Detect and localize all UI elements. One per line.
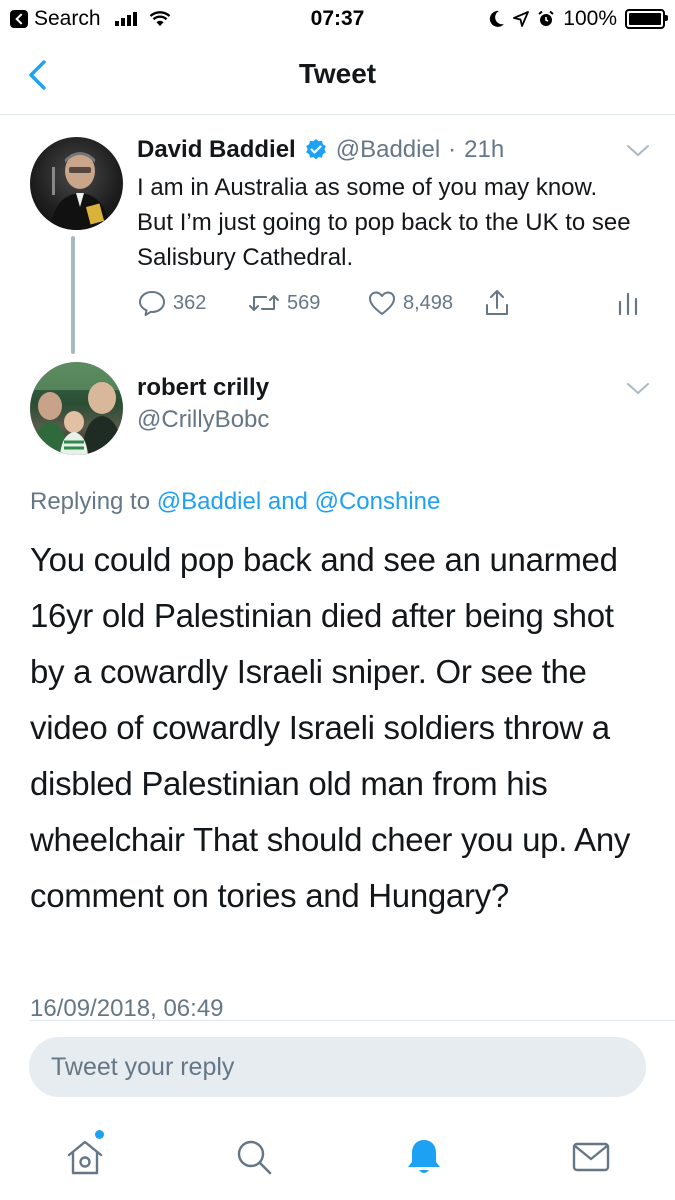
reply-input[interactable] [29, 1037, 646, 1097]
thread-connector [71, 236, 75, 354]
battery-icon [625, 9, 668, 29]
tweet-actions: 362 569 8,498 [137, 288, 647, 320]
tweet-text: I am in Australia as some of you may kno… [137, 174, 631, 271]
like-button[interactable]: 8,498 [367, 288, 453, 318]
reply-tweet-text: You could pop back and see an unarmed 16… [30, 541, 631, 914]
chevron-down-icon[interactable] [626, 144, 650, 158]
chevron-down-icon[interactable] [626, 382, 650, 396]
reply-count: 362 [173, 291, 207, 314]
status-right: 100% [489, 7, 668, 31]
tweet-timestamp: 16/09/2018, 06:49 [30, 995, 224, 1022]
analytics-icon [618, 292, 638, 316]
replying-prefix: Replying to [30, 488, 151, 515]
avatar[interactable] [30, 362, 123, 455]
reply-box[interactable] [29, 1037, 646, 1097]
like-count: 8,498 [403, 291, 454, 314]
home-new-indicator [95, 1130, 104, 1139]
avatar[interactable] [30, 137, 123, 230]
navigation-bar: Tweet [0, 38, 675, 115]
avatar-image [30, 362, 123, 455]
page-title: Tweet [298, 58, 377, 89]
home-icon[interactable] [63, 1135, 107, 1179]
replying-and[interactable]: and [268, 488, 308, 515]
share-button[interactable] [482, 288, 512, 318]
location-icon [513, 11, 530, 27]
reply-author-name[interactable]: robert crilly [137, 374, 269, 402]
verified-badge-icon [305, 139, 326, 160]
battery-percent: 100% [563, 7, 617, 30]
like-icon [369, 291, 395, 315]
reply-icon [139, 291, 165, 316]
reply-button[interactable]: 362 [137, 288, 206, 318]
search-icon[interactable] [232, 1135, 276, 1179]
divider [30, 1020, 675, 1021]
notifications-icon[interactable] [402, 1135, 446, 1179]
separator-dot: · [448, 136, 457, 163]
avatar-image [50, 152, 110, 230]
mention-link[interactable]: @Conshine [315, 488, 441, 515]
messages-icon[interactable] [569, 1135, 613, 1179]
mention-link[interactable]: @Baddiel [157, 488, 261, 515]
tab-bar [0, 1110, 675, 1200]
analytics-button[interactable] [617, 288, 639, 318]
tweet-header: David Baddiel @Baddiel · 21h [137, 136, 504, 164]
author-handle[interactable]: @Baddiel [336, 136, 440, 164]
retweet-button[interactable]: 569 [247, 288, 320, 318]
reply-author-handle[interactable]: @CrillyBobc [137, 406, 269, 434]
tweet-age: 21h [464, 136, 505, 163]
author-name[interactable]: David Baddiel [137, 136, 296, 164]
status-bar: Search 07:37 100% [0, 0, 675, 38]
moon-icon [490, 10, 505, 27]
alarm-icon [538, 10, 554, 26]
share-icon [486, 290, 508, 315]
retweet-count: 569 [287, 291, 321, 314]
replying-to: Replying to @Baddiel and @Conshine [30, 488, 440, 516]
retweet-icon [249, 295, 279, 311]
